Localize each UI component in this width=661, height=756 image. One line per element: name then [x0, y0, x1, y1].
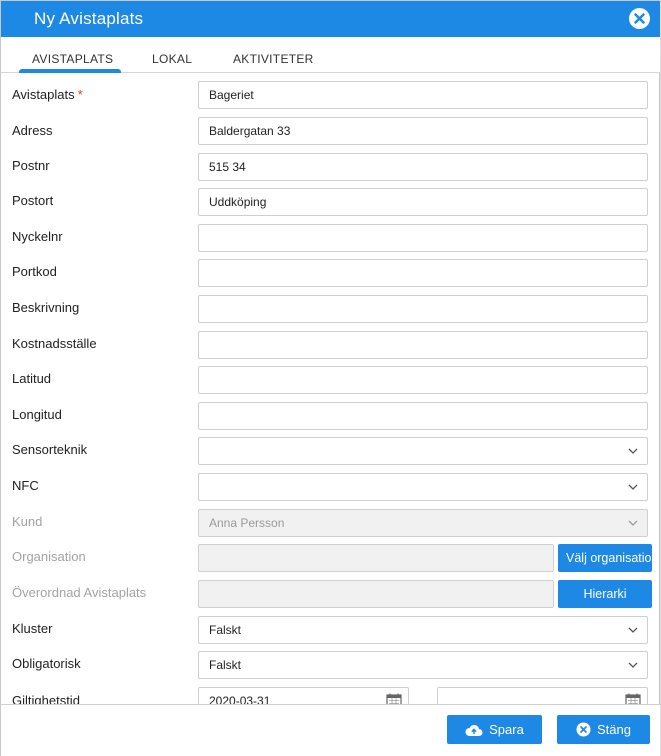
kund-select: Anna Persson [198, 509, 648, 537]
overordnad-input [198, 580, 554, 608]
tab-bar: AVISTAPLATS LOKAL AKTIVITETER [1, 37, 660, 73]
label-overordnad: Överordnad Avistaplats [12, 585, 147, 600]
label-sensorteknik: Sensorteknik [12, 442, 88, 457]
label-kluster: Kluster [12, 621, 53, 636]
label-postort: Postort [12, 193, 54, 208]
chevron-down-icon [628, 520, 638, 526]
label-postnr: Postnr [12, 158, 50, 173]
label-nfc: NFC [12, 478, 39, 493]
obligatorisk-value: Falskt [209, 658, 242, 672]
calendar-icon[interactable] [625, 693, 641, 704]
row-obligatorisk: Obligatorisk Falskt [1, 651, 660, 681]
close-button[interactable]: Stäng [557, 715, 650, 744]
save-label: Spara [489, 722, 524, 737]
select-organisation-button[interactable]: Välj organisation [558, 544, 652, 572]
row-longitud: Longitud [1, 402, 660, 432]
save-button[interactable]: Spara [447, 715, 542, 744]
kluster-select[interactable]: Falskt [198, 616, 648, 644]
valid-from-value: 2020-03-31 [209, 694, 271, 704]
row-avistaplats: Avistaplats * Bageriet [1, 81, 660, 111]
nyckelnr-input[interactable] [198, 224, 648, 252]
label-kund: Kund [12, 514, 43, 529]
form: Avistaplats * Bageriet Adress Baldergatan… [1, 74, 660, 704]
label-adress: Adress [12, 123, 53, 138]
portkod-input[interactable] [198, 259, 648, 287]
postnr-input[interactable]: 515 34 [198, 153, 648, 181]
row-nyckelnr: Nyckelnr [1, 224, 660, 254]
label-nyckelnr: Nyckelnr [12, 229, 63, 244]
dialog: Ny Avistaplats AVISTAPLATS LOKAL AKTIVIT… [0, 0, 660, 756]
row-postort: Postort Uddköping [1, 188, 660, 218]
row-kluster: Kluster Falskt [1, 616, 660, 646]
row-adress: Adress Baldergatan 33 [1, 117, 660, 147]
organisation-input [198, 544, 554, 572]
nfc-select[interactable] [198, 473, 648, 501]
row-postnr: Postnr 515 34 [1, 153, 660, 183]
close-dialog-button[interactable] [629, 8, 650, 29]
beskrivning-input[interactable] [198, 295, 648, 323]
cloud-upload-icon [465, 724, 483, 736]
tab-aktiviteter[interactable]: AKTIVITETER [233, 52, 314, 66]
tab-lokal[interactable]: LOKAL [152, 52, 192, 66]
label-portkod: Portkod [12, 264, 57, 279]
row-portkod: Portkod [1, 259, 660, 289]
label-obligatorisk: Obligatorisk [12, 656, 81, 671]
kund-value: Anna Persson [209, 516, 285, 530]
valid-to-date[interactable] [437, 687, 648, 704]
close-icon [634, 13, 645, 24]
latitud-input[interactable] [198, 366, 648, 394]
dialog-titlebar: Ny Avistaplats [1, 1, 660, 37]
close-label: Stäng [597, 722, 631, 737]
label-avistaplats: Avistaplats * [12, 87, 83, 102]
chevron-down-icon [628, 662, 638, 668]
hierarchy-button[interactable]: Hierarki [558, 580, 652, 608]
kluster-value: Falskt [209, 623, 242, 637]
sensorteknik-select[interactable] [198, 437, 648, 465]
close-circle-icon [576, 722, 591, 737]
dialog-title: Ny Avistaplats [34, 9, 144, 28]
chevron-down-icon [628, 484, 638, 490]
longitud-input[interactable] [198, 402, 648, 430]
valid-from-date[interactable]: 2020-03-31 [198, 687, 409, 704]
label-kostnadsstalle: Kostnadsställe [12, 336, 97, 351]
tab-avistaplats[interactable]: AVISTAPLATS [32, 52, 113, 66]
dialog-footer: Spara Stäng [1, 704, 660, 756]
calendar-icon[interactable] [386, 693, 402, 704]
row-kund: Kund Anna Persson [1, 509, 660, 539]
row-overordnad: Överordnad Avistaplats Hierarki [1, 580, 660, 610]
chevron-down-icon [628, 627, 638, 633]
kostnadsstalle-input[interactable] [198, 331, 648, 359]
postort-input[interactable]: Uddköping [198, 188, 648, 216]
label-organisation: Organisation [12, 549, 86, 564]
active-tab-indicator [19, 69, 121, 73]
label-longitud: Longitud [12, 407, 62, 422]
row-giltighetstid: Giltighetstid 2020-03-31 [1, 687, 660, 704]
avistaplats-input[interactable]: Bageriet [198, 81, 648, 109]
chevron-down-icon [628, 448, 638, 454]
label-latitud: Latitud [12, 371, 52, 386]
label-beskrivning: Beskrivning [12, 300, 80, 315]
row-latitud: Latitud [1, 366, 660, 396]
row-beskrivning: Beskrivning [1, 295, 660, 325]
row-sensorteknik: Sensorteknik [1, 437, 660, 467]
row-kostnadsstalle: Kostnadsställe [1, 331, 660, 361]
row-organisation: Organisation Välj organisation [1, 544, 660, 574]
obligatorisk-select[interactable]: Falskt [198, 651, 648, 679]
adress-input[interactable]: Baldergatan 33 [198, 117, 648, 145]
row-nfc: NFC [1, 473, 660, 503]
label-giltighetstid: Giltighetstid [12, 693, 80, 704]
required-mark: * [77, 87, 83, 102]
